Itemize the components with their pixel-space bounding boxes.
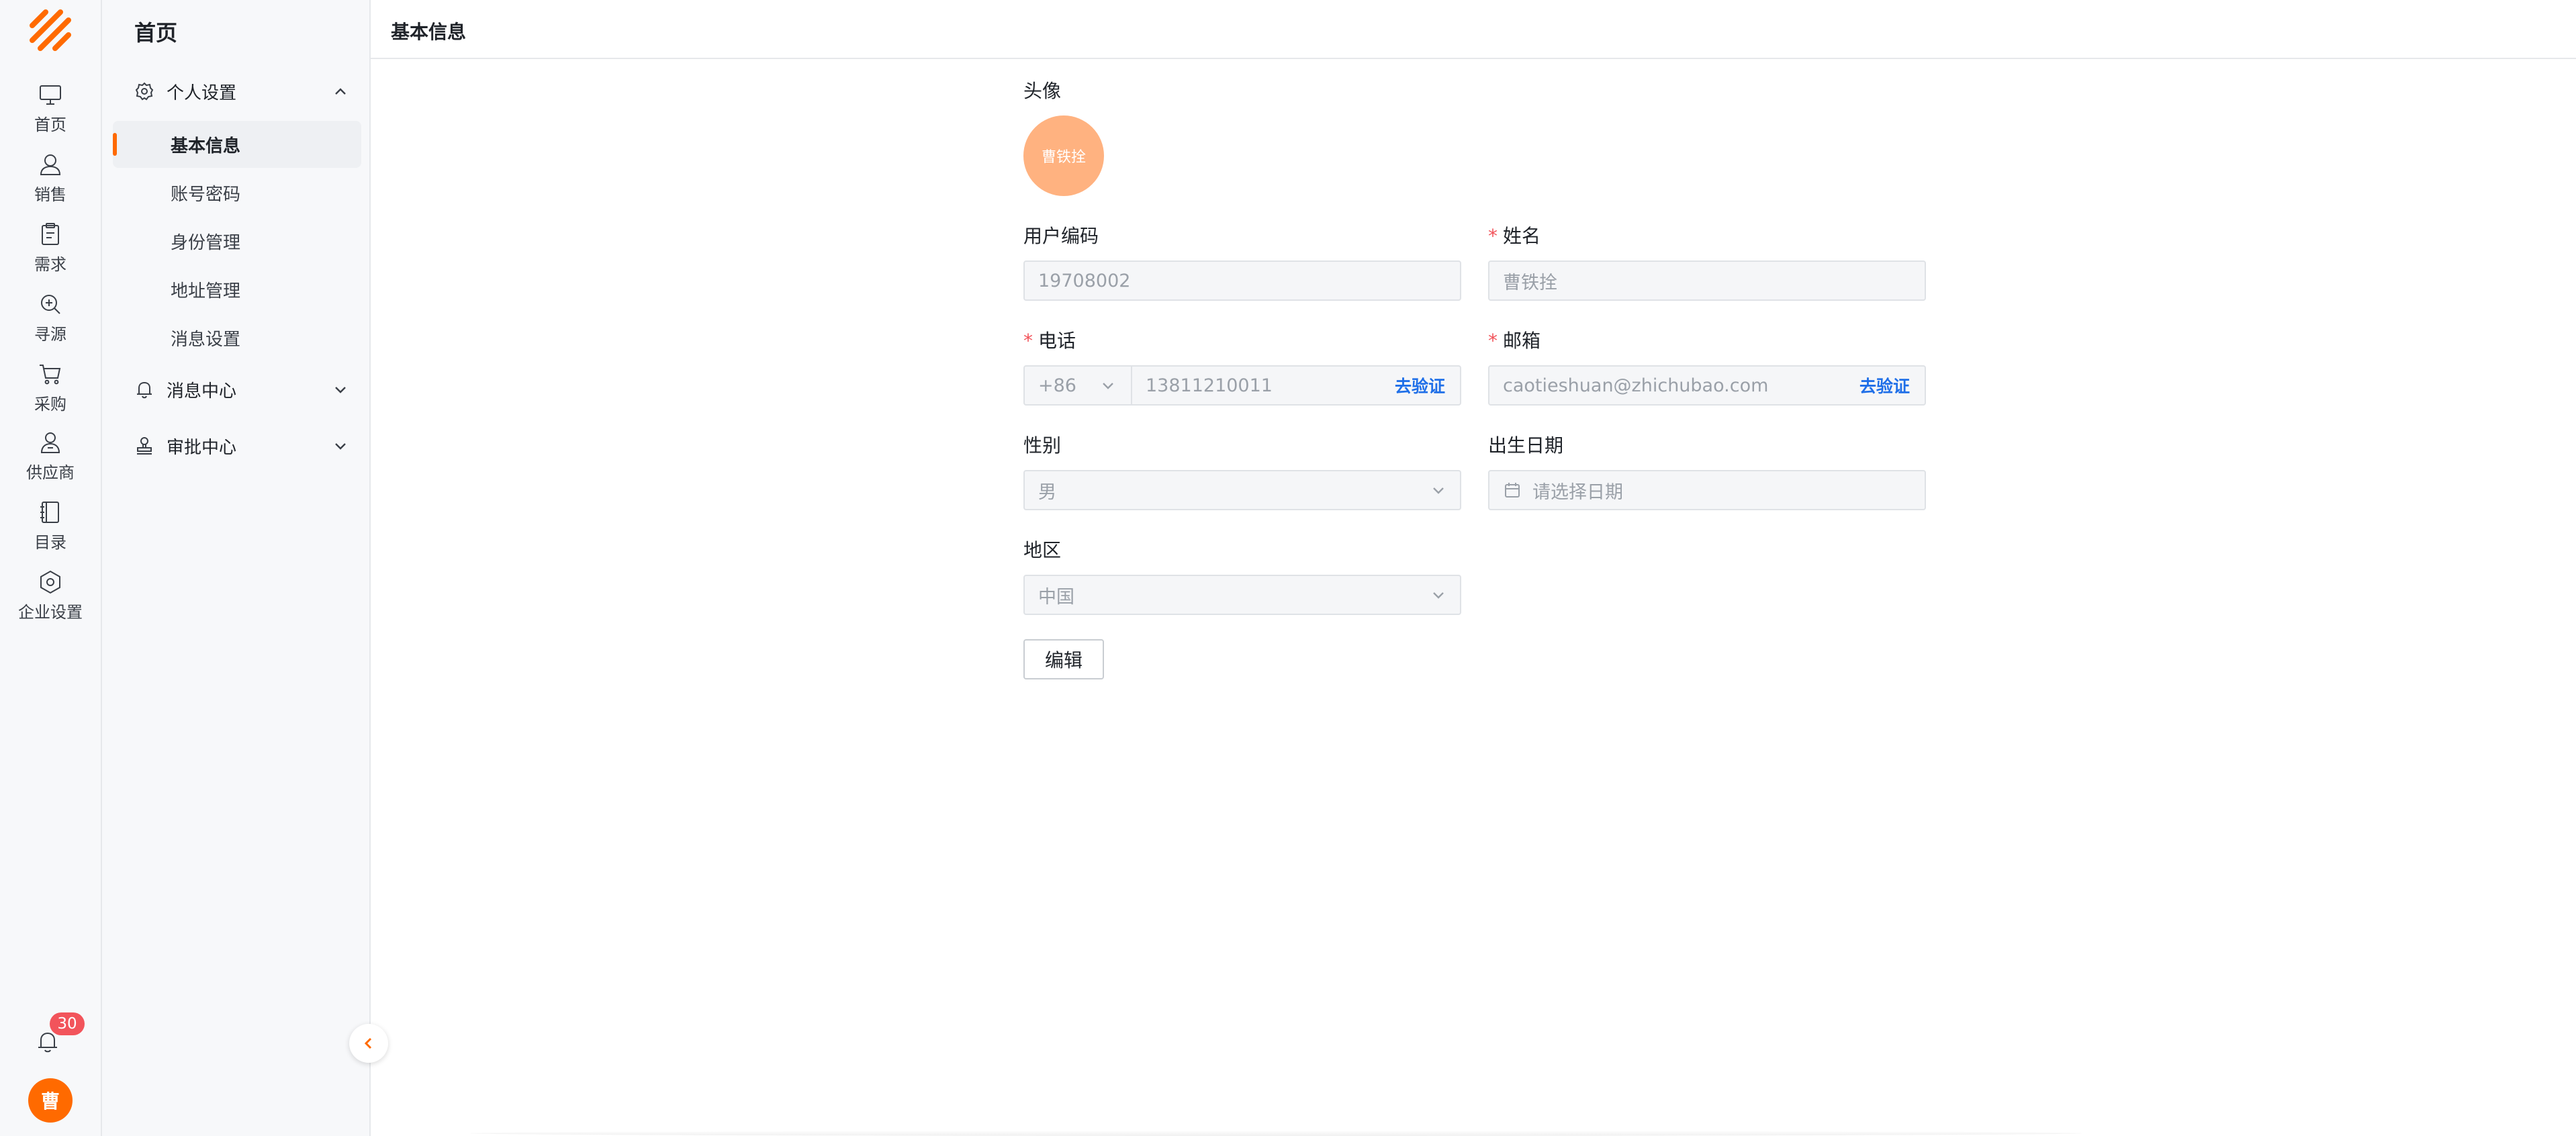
phone-verify-link[interactable]: 去验证 bbox=[1395, 373, 1445, 397]
name-label: * 姓名 bbox=[1488, 225, 1541, 247]
user-code-label: 用户编码 bbox=[1023, 225, 1099, 247]
page-title: 基本信息 bbox=[391, 21, 467, 43]
rail-item-home[interactable]: 首页 bbox=[0, 82, 101, 146]
rail-item-label: 目录 bbox=[34, 533, 66, 552]
rail-item-label: 采购 bbox=[34, 395, 66, 414]
name-value: 曹铁拴 bbox=[1503, 272, 1557, 293]
hexagon-settings-icon bbox=[40, 570, 60, 594]
sidebar-title: 首页 bbox=[134, 20, 178, 46]
rail-item-label: 首页 bbox=[34, 115, 66, 134]
clipboard-icon bbox=[42, 223, 59, 245]
region-label: 地区 bbox=[1023, 539, 1062, 561]
email-label: * 邮箱 bbox=[1488, 330, 1541, 352]
calendar-icon bbox=[1505, 483, 1520, 498]
required-mark: * bbox=[1023, 330, 1033, 352]
app-rail: 首页 销售 需求 寻源 采购 供应商 目录 企业设置 30 曹 bbox=[0, 0, 102, 1136]
sidebar-item-basic-info[interactable]: 基本信息 bbox=[113, 121, 361, 168]
rail-item-label: 供应商 bbox=[26, 463, 75, 482]
sidebar-item-address[interactable]: 地址管理 bbox=[113, 266, 361, 313]
notification-badge: 30 bbox=[50, 1012, 85, 1035]
basic-info-form: 头像 曹铁拴 用户编码 19708002 * 姓名 曹铁拴 * 电话 +86 138… bbox=[1023, 59, 1926, 1106]
birth-date-picker: 请选择日期 bbox=[1488, 470, 1926, 510]
brand-logo-icon[interactable] bbox=[26, 5, 75, 55]
page-header: 基本信息 bbox=[371, 0, 2576, 59]
region-select: 中国 bbox=[1023, 575, 1461, 615]
cart-icon bbox=[40, 365, 61, 385]
user-avatar[interactable]: 曹 bbox=[28, 1078, 73, 1123]
chevron-down-icon bbox=[1433, 592, 1444, 599]
email-value: caotieshuan@zhichubao.com bbox=[1503, 375, 1769, 396]
user-icon bbox=[40, 154, 61, 175]
sidebar-group-label: 审批中心 bbox=[167, 437, 237, 458]
profile-avatar[interactable]: 曹铁拴 bbox=[1023, 115, 1104, 196]
required-mark: * bbox=[1488, 225, 1498, 247]
rail-item-sourcing[interactable]: 寻源 bbox=[0, 291, 101, 356]
rail-item-label: 需求 bbox=[34, 255, 66, 274]
phone-value: 13811210011 bbox=[1146, 375, 1273, 396]
avatar-label: 头像 bbox=[1023, 80, 1062, 102]
chevron-down-icon bbox=[335, 387, 346, 393]
phone-prefix-value: +86 bbox=[1038, 375, 1076, 396]
gender-select: 男 bbox=[1023, 470, 1461, 510]
user-code-field: 19708002 bbox=[1023, 261, 1461, 301]
sidebar-group-message-center[interactable]: 消息中心 bbox=[134, 369, 349, 410]
edit-button[interactable]: 编辑 bbox=[1023, 639, 1104, 679]
rail-item-purchase[interactable]: 采购 bbox=[0, 361, 101, 426]
phone-prefix-select[interactable]: +86 bbox=[1025, 367, 1132, 404]
sidebar-item-identity[interactable]: 身份管理 bbox=[113, 218, 361, 265]
user-code-value: 19708002 bbox=[1038, 270, 1131, 291]
chevron-down-icon bbox=[1103, 383, 1113, 389]
rail-item-label: 企业设置 bbox=[18, 603, 83, 622]
supplier-icon bbox=[40, 432, 60, 453]
gender-label: 性别 bbox=[1023, 434, 1062, 457]
required-mark: * bbox=[1488, 330, 1498, 352]
rail-item-catalog[interactable]: 目录 bbox=[0, 500, 101, 564]
gender-value: 男 bbox=[1038, 481, 1056, 503]
stamp-icon bbox=[137, 437, 152, 455]
phone-label: * 电话 bbox=[1023, 330, 1076, 352]
rail-item-demand[interactable]: 需求 bbox=[0, 222, 101, 286]
settings-sidebar: 首页 个人设置 基本信息 账号密码 身份管理 地址管理 消息设置 消息中心 审批… bbox=[102, 0, 371, 1136]
gear-icon bbox=[135, 82, 154, 101]
chevron-left-icon bbox=[364, 1037, 372, 1049]
sidebar-group-approval-center[interactable]: 审批中心 bbox=[134, 426, 349, 466]
book-icon bbox=[40, 502, 59, 523]
sidebar-group-label: 个人设置 bbox=[167, 83, 237, 103]
sidebar-item-account-password[interactable]: 账号密码 bbox=[113, 169, 361, 216]
bottom-shadow bbox=[470, 1131, 2082, 1136]
birth-date-label: 出生日期 bbox=[1488, 434, 1564, 457]
region-value: 中国 bbox=[1038, 586, 1074, 608]
zoom-in-icon bbox=[41, 295, 60, 314]
collapse-sidebar-button[interactable] bbox=[349, 1024, 388, 1063]
monitor-icon bbox=[40, 85, 61, 105]
bell-icon bbox=[137, 381, 152, 399]
email-field: caotieshuan@zhichubao.com 去验证 bbox=[1488, 365, 1926, 406]
rail-item-label: 销售 bbox=[34, 185, 66, 204]
sidebar-group-label: 消息中心 bbox=[167, 381, 237, 401]
sidebar-item-message-settings[interactable]: 消息设置 bbox=[113, 314, 361, 361]
rail-item-supplier[interactable]: 供应商 bbox=[0, 430, 101, 494]
name-field: 曹铁拴 bbox=[1488, 261, 1926, 301]
chevron-down-icon bbox=[335, 443, 346, 450]
rail-item-sales[interactable]: 销售 bbox=[0, 152, 101, 216]
birth-date-placeholder: 请选择日期 bbox=[1532, 481, 1623, 503]
sidebar-group-personal-settings[interactable]: 个人设置 bbox=[134, 71, 349, 111]
phone-field: +86 13811210011 去验证 bbox=[1023, 365, 1461, 406]
rail-item-label: 寻源 bbox=[34, 325, 66, 344]
rail-item-enterprise-settings[interactable]: 企业设置 bbox=[0, 569, 101, 634]
email-verify-link[interactable]: 去验证 bbox=[1859, 373, 1910, 397]
chevron-up-icon bbox=[335, 88, 346, 95]
chevron-down-icon bbox=[1433, 487, 1444, 494]
